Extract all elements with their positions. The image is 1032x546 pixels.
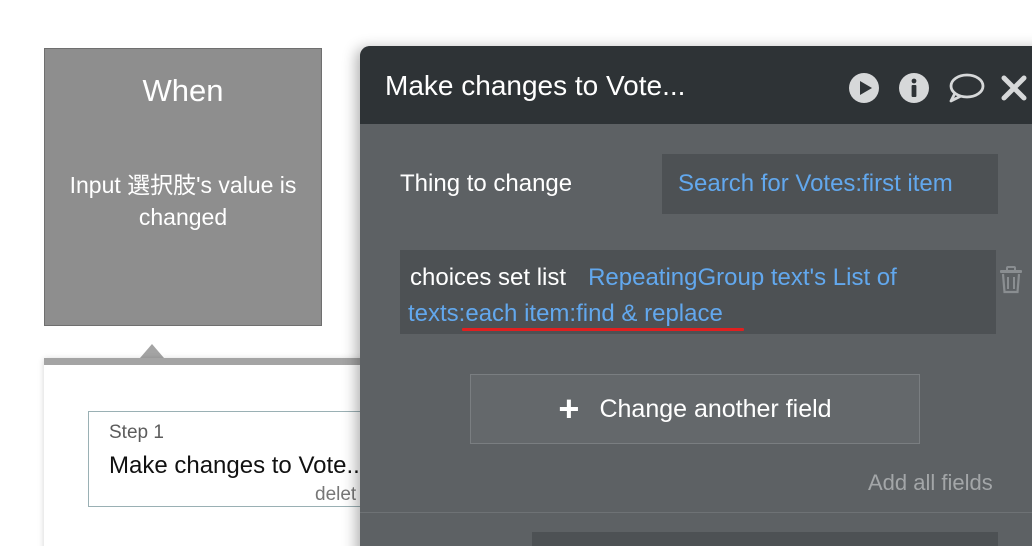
- comment-icon[interactable]: [946, 72, 986, 104]
- step-name: Make changes to Vote...: [109, 452, 367, 479]
- panel-header: Make changes to Vote...: [360, 46, 1032, 124]
- change-another-field-button[interactable]: + Change another field: [470, 374, 920, 444]
- step-area: Step 1 Make changes to Vote... delet: [44, 358, 388, 546]
- play-icon[interactable]: [848, 72, 880, 104]
- event-description: Input 選択肢's value is changed: [55, 169, 311, 233]
- plus-icon: +: [558, 388, 580, 429]
- field-key: choices set list: [410, 264, 567, 291]
- field-assignment-line1: choices set list RepeatingGroup text's Li…: [410, 264, 897, 292]
- info-icon[interactable]: [898, 72, 930, 104]
- close-icon[interactable]: [998, 72, 1030, 104]
- event-card[interactable]: When Input 選択肢's value is changed: [44, 48, 322, 326]
- trash-icon[interactable]: [996, 264, 1026, 296]
- event-description-line2: changed: [138, 204, 228, 230]
- bottom-field[interactable]: [532, 532, 998, 546]
- divider: [360, 512, 1032, 513]
- workflow-editor: When Input 選択肢's value is changed Step 1…: [0, 0, 1032, 546]
- event-title: When: [142, 73, 224, 108]
- thing-to-change-field[interactable]: Search for Votes:first item: [662, 154, 998, 214]
- highlight-underline: [462, 328, 744, 331]
- step-card[interactable]: Step 1 Make changes to Vote... delet: [88, 411, 388, 507]
- field-expression-part1[interactable]: RepeatingGroup text's List of: [588, 264, 897, 291]
- change-another-field-label: Change another field: [599, 394, 832, 423]
- event-description-line1: Input 選択肢's value is: [69, 172, 297, 198]
- add-all-fields-link[interactable]: Add all fields: [868, 470, 993, 496]
- step-number: Step 1: [109, 422, 164, 443]
- action-property-editor: Make changes to Vote... Thing to change …: [360, 46, 1032, 546]
- field-assignment-row[interactable]: choices set list RepeatingGroup text's Li…: [400, 250, 996, 334]
- panel-title: Make changes to Vote...: [385, 70, 686, 101]
- field-expression-part2[interactable]: texts:each item:find & replace: [408, 300, 723, 328]
- step-delete-link[interactable]: delet: [315, 484, 356, 506]
- step-area-caret: [140, 344, 164, 358]
- thing-to-change-label: Thing to change: [400, 170, 573, 197]
